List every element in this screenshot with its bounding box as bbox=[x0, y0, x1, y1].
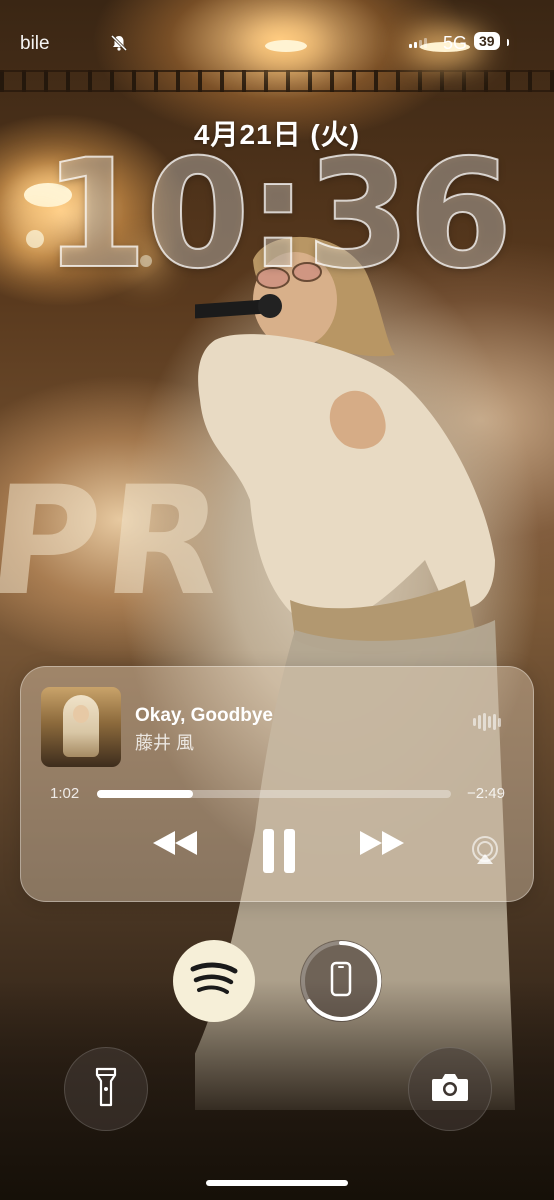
progress-fill bbox=[97, 790, 193, 798]
pause-icon[interactable] bbox=[261, 827, 297, 880]
battery-level: 39 bbox=[474, 32, 500, 50]
cellular-signal-icon bbox=[409, 38, 427, 48]
camera-icon bbox=[430, 1071, 470, 1108]
backward-icon[interactable] bbox=[149, 827, 201, 864]
now-playing-widget[interactable]: Okay, Goodbye 藤井 風 1:02 −2:49 bbox=[20, 666, 534, 902]
carrier-label: bile bbox=[20, 33, 50, 54]
battery-tip bbox=[507, 39, 509, 46]
forward-icon[interactable] bbox=[356, 827, 408, 864]
status-bar: bile 5G 39 bbox=[0, 0, 554, 80]
iphone-icon bbox=[330, 961, 352, 1002]
album-art[interactable] bbox=[41, 687, 121, 767]
progress-bar[interactable] bbox=[97, 790, 451, 798]
lock-clock: 10:36 bbox=[42, 128, 513, 302]
home-indicator[interactable] bbox=[206, 1180, 348, 1186]
bell-slash-icon bbox=[110, 34, 128, 57]
camera-button[interactable] bbox=[408, 1047, 492, 1131]
time-remaining: −2:49 bbox=[467, 785, 505, 802]
track-title: Okay, Goodbye bbox=[135, 705, 273, 726]
track-artist: 藤井 風 bbox=[135, 733, 195, 753]
waveform-icon bbox=[473, 713, 501, 731]
spotify-button[interactable] bbox=[173, 940, 255, 1022]
flashlight-button[interactable] bbox=[64, 1047, 148, 1131]
spotify-icon bbox=[189, 961, 239, 1002]
flashlight-icon bbox=[95, 1067, 117, 1112]
time-elapsed: 1:02 bbox=[50, 785, 80, 802]
device-button[interactable] bbox=[300, 940, 382, 1022]
network-type: 5G bbox=[443, 33, 468, 53]
airplay-icon[interactable] bbox=[469, 835, 501, 870]
